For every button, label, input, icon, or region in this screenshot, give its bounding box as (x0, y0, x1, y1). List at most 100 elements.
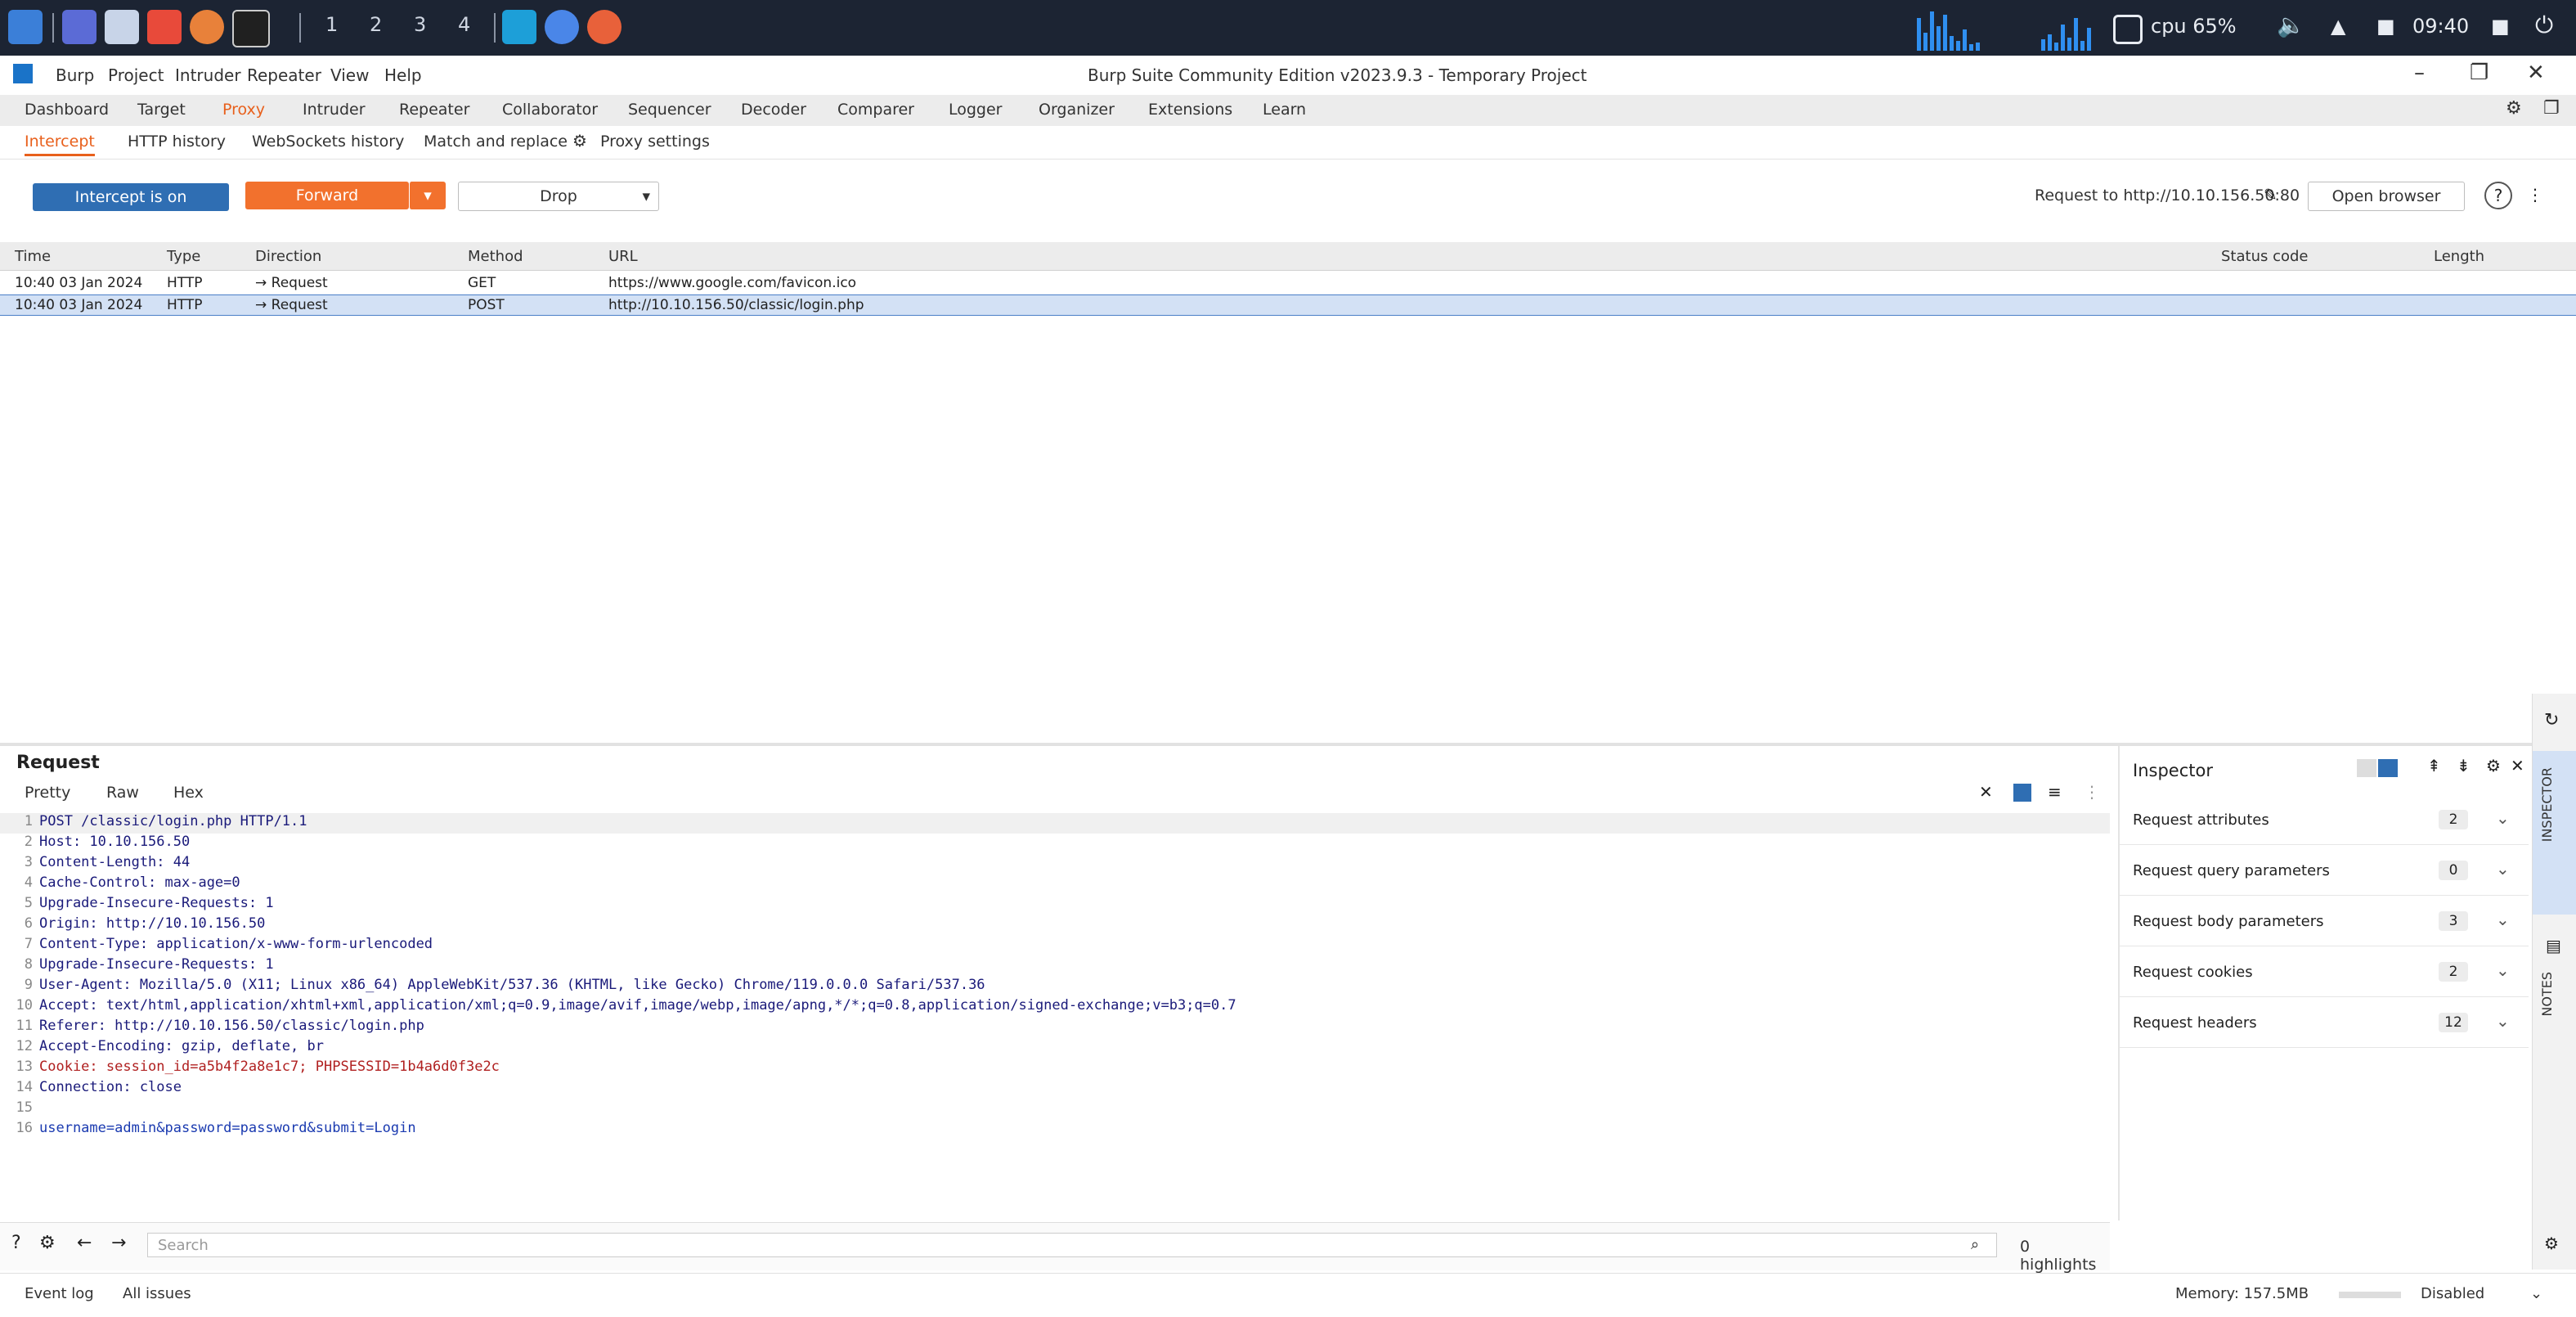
tab-collaborator[interactable]: Collaborator (502, 101, 598, 119)
terminal-window-icon[interactable] (232, 10, 270, 47)
chevron-down-icon[interactable]: ⌄ (2496, 808, 2510, 828)
inspector-settings-icon[interactable]: ⚙ (2486, 756, 2501, 775)
more-options-icon[interactable]: ⋮ (2527, 185, 2543, 205)
col-method[interactable]: Method (468, 248, 523, 265)
inspector-section[interactable]: Request cookies 2 ⌄ (2120, 947, 2529, 997)
tab-target[interactable]: Target (137, 101, 186, 119)
firefox-taskbar-icon[interactable] (587, 10, 622, 44)
next-arrow-icon[interactable]: → (111, 1233, 126, 1253)
subtab-proxy-settings[interactable]: Proxy settings (600, 133, 710, 151)
proxy-settings-gear-icon[interactable]: ⚙ (572, 131, 587, 151)
refresh-icon[interactable]: ↻ (2544, 710, 2559, 730)
lock-icon[interactable]: ■ (2376, 15, 2395, 38)
tab-organizer[interactable]: Organizer (1039, 101, 1115, 119)
tab-sequencer[interactable]: Sequencer (628, 101, 711, 119)
subtab-websockets-history[interactable]: WebSockets history (252, 133, 404, 151)
settings-gear-icon[interactable]: ⚙ (2506, 98, 2522, 119)
power-icon[interactable]: ⏻ (2535, 11, 2553, 39)
workspace-1[interactable]: 1 (325, 13, 338, 36)
drop-button[interactable]: Drop ▾ (458, 182, 659, 211)
rail-inspector-tab[interactable]: INSPECTOR (2539, 767, 2555, 842)
workspace-4[interactable]: 4 (458, 13, 470, 36)
help-icon[interactable]: ? (2484, 182, 2512, 209)
rail-settings-icon[interactable]: ⚙ (2544, 1234, 2559, 1253)
subtab-intercept[interactable]: Intercept (25, 133, 95, 156)
search-icon[interactable]: ⌕ (1971, 1236, 1979, 1253)
workspace-3[interactable]: 3 (414, 13, 426, 36)
event-log-link[interactable]: Event log (25, 1285, 94, 1302)
table-row[interactable]: 10:40 03 Jan 2024 HTTP → Request GET htt… (0, 273, 2576, 293)
chevron-down-icon[interactable]: ⌄ (2496, 960, 2510, 980)
inspector-close-icon[interactable]: ✕ (2511, 756, 2524, 775)
status-chevron-down-icon[interactable]: ⌄ (2530, 1285, 2542, 1302)
maximize-button[interactable]: ❐ (2470, 61, 2488, 85)
forward-button[interactable]: Forward (245, 182, 409, 209)
workspace-2[interactable]: 2 (370, 13, 382, 36)
wrap-icon[interactable]: ≡ (2048, 782, 2062, 802)
file-manager-icon[interactable] (105, 10, 139, 44)
forward-dropdown-chevron-icon[interactable]: ▾ (409, 182, 446, 209)
terminal-icon[interactable] (62, 10, 96, 44)
app-launcher-icon[interactable] (8, 10, 43, 44)
more-icon[interactable]: ⋮ (2084, 782, 2100, 802)
menu-project[interactable]: Project (108, 65, 164, 85)
expand-all-icon[interactable]: ⇟ (2457, 756, 2471, 775)
text-editor-icon[interactable] (147, 10, 182, 44)
inspector-section[interactable]: Request attributes 2 ⌄ (2120, 795, 2529, 845)
close-button[interactable]: ✕ (2527, 61, 2545, 85)
browser-taskbar-icon[interactable] (545, 10, 579, 44)
chevron-down-icon[interactable]: ⌄ (2496, 1011, 2510, 1031)
tab-extensions[interactable]: Extensions (1148, 101, 1232, 119)
menu-repeater[interactable]: Repeater (247, 65, 321, 85)
open-browser-button[interactable]: Open browser (2308, 182, 2465, 211)
col-direction[interactable]: Direction (255, 248, 321, 265)
col-status-code[interactable]: Status code (2221, 248, 2309, 265)
tab-pretty[interactable]: Pretty (25, 784, 70, 802)
tab-logger[interactable]: Logger (949, 101, 1003, 119)
edit-pencil-icon[interactable]: ✎ (2264, 185, 2278, 205)
no-wrap-icon[interactable]: ✕ (1979, 782, 1993, 802)
layout-left-icon[interactable] (2357, 759, 2376, 777)
subtab-http-history[interactable]: HTTP history (128, 133, 226, 151)
menu-burp[interactable]: Burp (56, 65, 94, 85)
table-row-selected[interactable]: 10:40 03 Jan 2024 HTTP → Request POST ht… (0, 294, 2576, 316)
tab-repeater[interactable]: Repeater (399, 101, 469, 119)
status-disabled[interactable]: Disabled (2421, 1285, 2484, 1302)
intercept-toggle-button[interactable]: Intercept is on (33, 183, 229, 211)
menu-intruder[interactable]: Intruder (175, 65, 241, 85)
menu-help[interactable]: Help (384, 65, 422, 85)
help-circle-icon[interactable]: ? (11, 1233, 21, 1253)
inspector-section[interactable]: Request headers 12 ⌄ (2120, 998, 2529, 1048)
screen-lock-icon[interactable]: ■ (2491, 15, 2510, 38)
col-time[interactable]: Time (15, 248, 51, 265)
volume-icon[interactable]: 🔈 (2277, 11, 2305, 38)
inspector-section[interactable]: Request body parameters 3 ⌄ (2120, 897, 2529, 946)
request-editor[interactable]: 1 POST /classic/login.php HTTP/1.1 2 Host:… (0, 810, 2110, 1219)
search-input[interactable]: Search (147, 1233, 1997, 1257)
settings-gear-icon[interactable]: ⚙ (39, 1233, 56, 1253)
notes-icon[interactable]: ▤ (2546, 936, 2561, 955)
tab-intruder[interactable]: Intruder (303, 101, 366, 119)
detach-window-icon[interactable]: ❐ (2543, 98, 2560, 119)
all-issues-link[interactable]: All issues (123, 1285, 191, 1302)
previous-arrow-icon[interactable]: ← (77, 1233, 92, 1253)
tab-proxy[interactable]: Proxy (222, 101, 265, 119)
firefox-icon[interactable] (190, 10, 224, 44)
chevron-down-icon[interactable]: ⌄ (2496, 859, 2510, 879)
newline-toggle-icon[interactable] (2013, 784, 2031, 802)
minimize-button[interactable]: – (2414, 61, 2425, 85)
chevron-down-icon[interactable]: ⌄ (2496, 910, 2510, 929)
col-type[interactable]: Type (167, 248, 200, 265)
collapse-all-icon[interactable]: ⇞ (2427, 756, 2441, 775)
tab-raw[interactable]: Raw (106, 784, 139, 802)
tab-comparer[interactable]: Comparer (837, 101, 914, 119)
menu-view[interactable]: View (330, 65, 369, 85)
tab-hex[interactable]: Hex (173, 784, 204, 802)
tab-learn[interactable]: Learn (1263, 101, 1306, 119)
rail-notes-tab[interactable]: NOTES (2539, 972, 2555, 1017)
col-length[interactable]: Length (2434, 248, 2484, 265)
tab-decoder[interactable]: Decoder (741, 101, 806, 119)
burp-suite-taskbar-icon[interactable] (502, 10, 536, 44)
layout-right-icon[interactable] (2378, 759, 2398, 777)
notification-icon[interactable]: ▲ (2331, 15, 2345, 38)
